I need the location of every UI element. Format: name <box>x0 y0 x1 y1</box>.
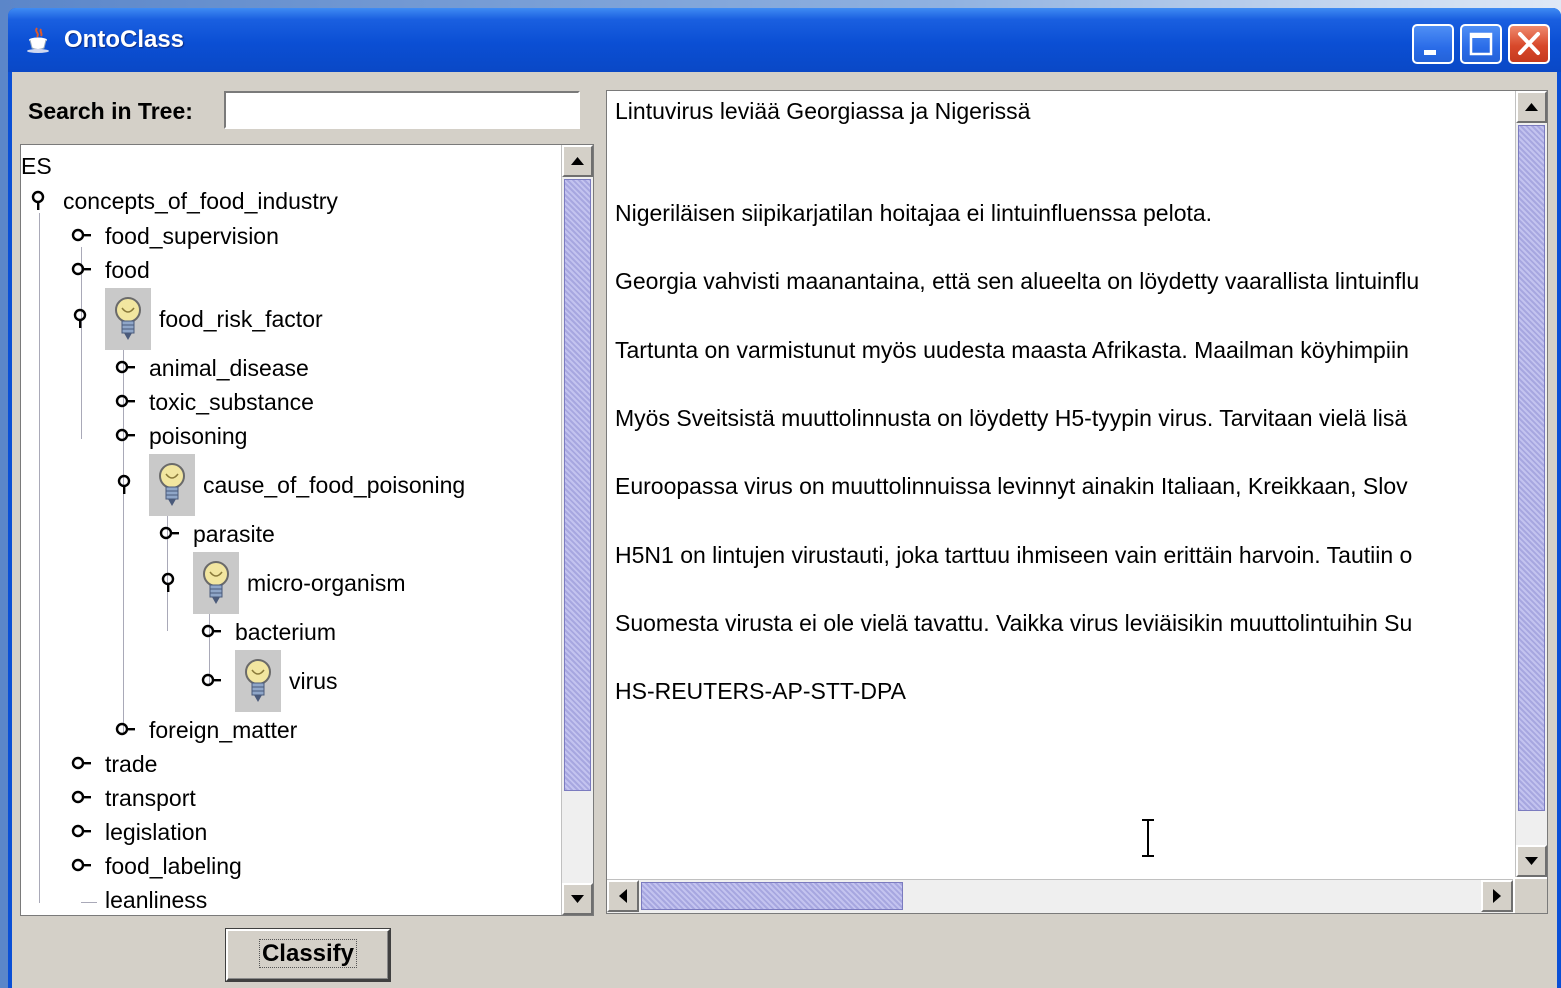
scroll-thumb[interactable] <box>641 882 903 910</box>
document-paragraph: Myös Sveitsistä muuttolinnusta on löydet… <box>615 405 1408 431</box>
scroll-left-button[interactable] <box>607 880 639 912</box>
classify-button-label: Classify <box>258 939 358 968</box>
expanded-handle-icon[interactable] <box>71 308 93 330</box>
tree-node-label: poisoning <box>149 423 248 449</box>
document-text-pane: Lintuvirus leviää Georgiassa ja Nigeriss… <box>606 90 1548 914</box>
document-paragraph: Tartunta on varmistunut myös uudesta maa… <box>615 337 1409 363</box>
search-input[interactable] <box>224 91 580 129</box>
tree-node-label: cause_of_food_poisoning <box>203 472 466 498</box>
collapsed-handle-icon[interactable] <box>115 719 137 741</box>
window-title: OntoClass <box>64 26 185 53</box>
text-cursor-icon <box>1142 819 1154 857</box>
expanded-handle-icon[interactable] <box>159 572 181 594</box>
arrow-right-icon <box>1493 889 1501 903</box>
expanded-handle-icon[interactable] <box>29 190 51 212</box>
document-paragraph: Georgia vahvisti maanantaina, että sen a… <box>615 268 1420 294</box>
text-vertical-scrollbar[interactable] <box>1515 91 1547 877</box>
lightbulb-icon <box>193 552 239 614</box>
scroll-thumb[interactable] <box>1518 125 1545 811</box>
java-cup-icon <box>27 27 49 53</box>
scroll-right-button[interactable] <box>1481 880 1513 912</box>
minimize-button[interactable] <box>1412 24 1454 64</box>
collapsed-handle-icon[interactable] <box>201 621 223 643</box>
tree-node-label: transport <box>105 785 196 811</box>
lightbulb-icon <box>235 650 281 712</box>
ontology-tree[interactable]: ES concepts_of_food_industry food_superv… <box>21 145 561 915</box>
tree-node-label: concepts_of_food_industry <box>63 188 338 214</box>
arrow-up-icon <box>1525 103 1538 111</box>
document-paragraph: Suomesta virusta ei ole vielä tavattu. V… <box>615 610 1413 636</box>
tree-node-label: bacterium <box>235 619 336 645</box>
tree-node-label: food_risk_factor <box>159 306 323 332</box>
tree-node-label: micro-organism <box>247 570 406 596</box>
arrow-down-icon <box>571 895 584 903</box>
tree-root[interactable]: ES <box>21 151 52 181</box>
tree-node-label: leanliness <box>105 887 208 913</box>
document-paragraph: Euroopassa virus on muuttolinnuissa levi… <box>615 473 1408 499</box>
arrow-left-icon <box>619 889 627 903</box>
tree-vertical-scrollbar[interactable] <box>561 145 593 915</box>
collapsed-handle-icon[interactable] <box>71 753 93 775</box>
document-paragraph: H5N1 on lintujen virustauti, joka tarttu… <box>615 542 1413 568</box>
ontoclass-window: OntoClass Search in Tree: ES concepts_of… <box>8 8 1561 988</box>
document-text-area[interactable]: Lintuvirus leviää Georgiassa ja Nigeriss… <box>607 91 1513 877</box>
search-label: Search in Tree: <box>28 98 193 124</box>
minimize-icon <box>1424 50 1436 55</box>
client-area: Search in Tree: ES concepts_of_food_indu… <box>12 72 1557 988</box>
close-button[interactable] <box>1508 24 1550 64</box>
collapsed-handle-icon[interactable] <box>71 821 93 843</box>
tree-node-label: trade <box>105 751 158 777</box>
scrollbar-corner <box>1515 879 1547 913</box>
text-horizontal-scrollbar[interactable] <box>607 879 1513 913</box>
scroll-thumb[interactable] <box>564 179 591 791</box>
tree-node-label: virus <box>289 668 338 694</box>
scroll-up-button[interactable] <box>562 145 593 177</box>
scroll-up-button[interactable] <box>1516 91 1547 123</box>
classify-button[interactable]: Classify <box>226 929 390 981</box>
collapsed-handle-icon[interactable] <box>71 787 93 809</box>
scroll-down-button[interactable] <box>1516 845 1547 877</box>
close-icon <box>1518 32 1540 55</box>
arrow-up-icon <box>571 157 584 165</box>
document-paragraph: HS-REUTERS-AP-STT-DPA <box>615 678 906 704</box>
collapsed-handle-icon[interactable] <box>71 855 93 877</box>
document-paragraph: Lintuvirus leviää Georgiassa ja Nigeriss… <box>615 98 1031 124</box>
lightbulb-icon <box>149 454 195 516</box>
maximize-icon <box>1469 32 1493 56</box>
collapsed-handle-icon[interactable] <box>115 425 137 447</box>
tree-node-label: foreign_matter <box>149 717 298 743</box>
tree-node-label: legislation <box>105 819 208 845</box>
collapsed-handle-icon[interactable] <box>115 357 137 379</box>
tree-node-label: food <box>105 257 150 283</box>
lightbulb-icon <box>105 288 151 350</box>
maximize-button[interactable] <box>1460 24 1502 64</box>
tree-node-label: parasite <box>193 521 275 547</box>
collapsed-handle-icon[interactable] <box>159 523 181 545</box>
scroll-down-button[interactable] <box>562 883 593 915</box>
tree-node-label: toxic_substance <box>149 389 314 415</box>
tree-node-label: food_supervision <box>105 223 279 249</box>
collapsed-handle-icon[interactable] <box>201 670 223 692</box>
title-bar[interactable]: OntoClass <box>8 8 1561 72</box>
collapsed-handle-icon[interactable] <box>71 259 93 281</box>
expanded-handle-icon[interactable] <box>115 474 137 496</box>
collapsed-handle-icon[interactable] <box>71 225 93 247</box>
arrow-down-icon <box>1525 857 1538 865</box>
document-paragraph: Nigeriläisen siipikarjatilan hoitajaa ei… <box>615 200 1213 226</box>
collapsed-handle-icon[interactable] <box>115 391 137 413</box>
tree-node-label: food_labeling <box>105 853 242 879</box>
tree-node-label: animal_disease <box>149 355 309 381</box>
ontology-tree-pane: ES concepts_of_food_industry food_superv… <box>20 144 594 916</box>
